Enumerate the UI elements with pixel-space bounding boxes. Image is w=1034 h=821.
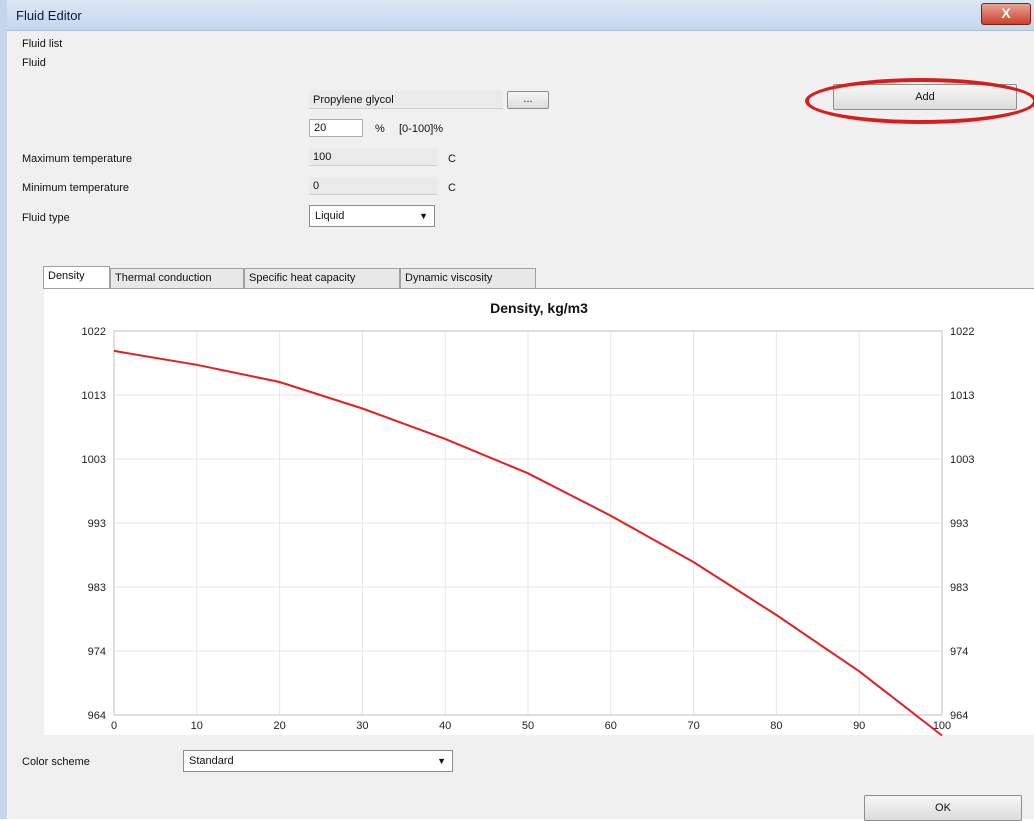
browse-fluid-button[interactable]: ... xyxy=(507,91,549,109)
chart-title: Density, kg/m3 xyxy=(490,300,588,316)
y-axis-left: 1022 1013 1003 993 983 974 964 xyxy=(82,326,106,722)
close-button[interactable]: X xyxy=(981,3,1031,25)
y-tick-label-right: 964 xyxy=(950,710,968,722)
fluid-label: Fluid xyxy=(22,57,46,69)
min-temp-field[interactable]: 0 xyxy=(309,177,437,195)
y-tick-label-right: 1003 xyxy=(950,454,974,466)
y-tick-label-left: 993 xyxy=(88,518,106,530)
y-tick-label-right: 1022 xyxy=(950,326,974,338)
x-tick-label: 70 xyxy=(687,720,699,732)
chevron-down-icon: ▼ xyxy=(437,756,446,766)
tab-dynamic-viscosity[interactable]: Dynamic viscosity xyxy=(400,268,536,288)
x-tick-label: 30 xyxy=(356,720,368,732)
max-temp-field[interactable]: 100 xyxy=(309,148,437,166)
y-tick-label-right: 993 xyxy=(950,518,968,530)
tab-density[interactable]: Density xyxy=(43,266,110,289)
color-scheme-value: Standard xyxy=(189,755,234,767)
y-tick-label-left: 1003 xyxy=(82,454,106,466)
max-temp-label: Maximum temperature xyxy=(22,153,133,165)
percent-range: [0-100]% xyxy=(399,123,444,135)
window-title: Fluid Editor xyxy=(16,8,82,23)
min-temp-unit: C xyxy=(448,182,456,194)
x-tick-label: 20 xyxy=(273,720,285,732)
fluid-type-select[interactable]: Liquid ▼ xyxy=(309,205,435,227)
highlight-annotation xyxy=(805,78,1034,124)
min-temp-label: Minimum temperature xyxy=(22,182,129,194)
x-tick-label: 10 xyxy=(191,720,203,732)
percent-unit: % xyxy=(375,123,385,135)
y-tick-label-right: 983 xyxy=(950,582,968,594)
fluid-type-value: Liquid xyxy=(315,210,345,222)
y-tick-label-left: 983 xyxy=(88,582,106,594)
y-tick-label-left: 1022 xyxy=(82,326,106,338)
y-tick-label-left: 974 xyxy=(88,646,106,658)
fluid-list-group-label: Fluid list xyxy=(22,38,63,50)
tab-thermal-conduction[interactable]: Thermal conduction xyxy=(110,268,244,288)
fluid-name-field: Propylene glycol xyxy=(309,91,503,109)
y-tick-label-right: 1013 xyxy=(950,390,974,402)
y-tick-label-left: 1013 xyxy=(82,390,106,402)
color-scheme-label: Color scheme xyxy=(22,756,90,768)
x-tick-label: 40 xyxy=(439,720,451,732)
percent-input[interactable]: 20 xyxy=(309,119,363,137)
fluid-type-label: Fluid type xyxy=(22,212,70,224)
x-axis: 0 10 20 30 40 50 60 70 80 90 100 xyxy=(111,720,951,732)
tab-specific-heat-capacity[interactable]: Specific heat capacity xyxy=(244,268,400,288)
x-tick-label: 90 xyxy=(853,720,865,732)
color-scheme-select[interactable]: Standard ▼ xyxy=(183,750,453,772)
density-chart: Density, kg/m3 102210131003993983974964 … xyxy=(82,300,974,737)
x-tick-label: 50 xyxy=(522,720,534,732)
chevron-down-icon: ▼ xyxy=(419,211,428,221)
fluid-editor-window: Fluid Editor X Fluid list Fluid Propylen… xyxy=(0,0,1034,821)
y-tick-label-right: 974 xyxy=(950,646,968,658)
y-axis-right: 1022 1013 1003 993 983 974 964 xyxy=(950,326,974,722)
y-tick-label-left: 964 xyxy=(88,710,106,722)
x-tick-label: 80 xyxy=(770,720,782,732)
x-tick-label: 60 xyxy=(605,720,617,732)
ok-button[interactable]: OK xyxy=(864,795,1022,821)
title-bar[interactable]: Fluid Editor X xyxy=(7,0,1034,31)
max-temp-unit: C xyxy=(448,153,456,165)
chart-grid xyxy=(113,330,943,716)
x-tick-label: 0 xyxy=(111,720,117,732)
